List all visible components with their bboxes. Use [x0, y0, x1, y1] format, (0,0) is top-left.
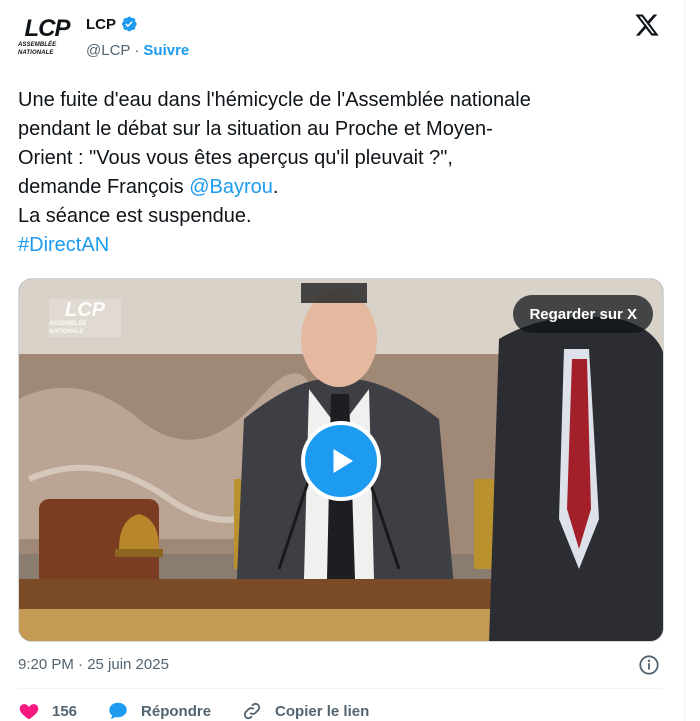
divider: [18, 688, 662, 689]
x-logo-icon[interactable]: [634, 12, 660, 38]
tweet-text-line: La séance est suspendue.: [18, 205, 252, 227]
tweet-actions: 156 Répondre Copier le lien: [18, 700, 399, 721]
hashtag-link[interactable]: #DirectAN: [18, 231, 663, 260]
tweet-text-fragment: demande François: [18, 176, 190, 198]
tweet-text-line: Une fuite d'eau dans l'hémicycle de l'As…: [18, 89, 531, 111]
tweet-text-fragment: .: [272, 176, 279, 198]
avatar-logo-text: LCP: [24, 15, 71, 42]
like-button[interactable]: 156: [18, 700, 77, 721]
author-display-name[interactable]: LCP: [86, 16, 116, 33]
separator-dot: ·: [134, 42, 140, 59]
mention-link[interactable]: @Bayrou: [189, 176, 273, 198]
tweet-card: LCP ASSEMBLÉE NATIONALE LCP @LCP · Suivr…: [0, 0, 685, 721]
video-player[interactable]: LCP ASSEMBLÉE NATIONALE Regarder sur X: [18, 278, 664, 642]
copy-link-label: Copier le lien: [275, 702, 370, 720]
tweet-text: Une fuite d'eau dans l'hémicycle de l'As…: [18, 86, 663, 260]
link-icon: [241, 700, 263, 721]
heart-icon: [18, 700, 40, 721]
tweet-text-line: Orient : "Vous vous êtes aperçus qu'il p…: [18, 147, 453, 169]
tweet-text-line: pendant le débat sur la situation au Pro…: [18, 118, 493, 140]
avatar[interactable]: LCP ASSEMBLÉE NATIONALE: [18, 16, 76, 58]
play-icon: [333, 449, 353, 473]
watermark-subtitle: ASSEMBLÉE NATIONALE: [49, 321, 87, 335]
reply-bubble-icon: [107, 700, 129, 721]
author-handle-row: @LCP · Suivre: [86, 42, 189, 59]
reply-label: Répondre: [141, 702, 212, 720]
play-button[interactable]: [301, 421, 381, 501]
like-count: 156: [52, 702, 78, 720]
tweet-timestamp[interactable]: 9:20 PM · 25 juin 2025: [18, 656, 169, 673]
watermark-text: LCP: [65, 299, 105, 321]
follow-button[interactable]: Suivre: [143, 42, 189, 59]
copy-link-button[interactable]: Copier le lien: [241, 700, 369, 721]
tweet-text-line: demande François @Bayrou.: [18, 173, 663, 202]
author-handle[interactable]: @LCP: [86, 42, 130, 59]
reply-button[interactable]: Répondre: [107, 700, 211, 721]
watch-on-x-button[interactable]: Regarder sur X: [513, 295, 653, 333]
avatar-logo-subtitle: ASSEMBLÉE NATIONALE: [18, 42, 57, 56]
video-watermark-logo: LCP ASSEMBLÉE NATIONALE: [49, 299, 121, 337]
verified-badge-icon: [120, 15, 138, 33]
info-icon[interactable]: [638, 654, 660, 676]
author-name-row: LCP: [86, 15, 138, 33]
